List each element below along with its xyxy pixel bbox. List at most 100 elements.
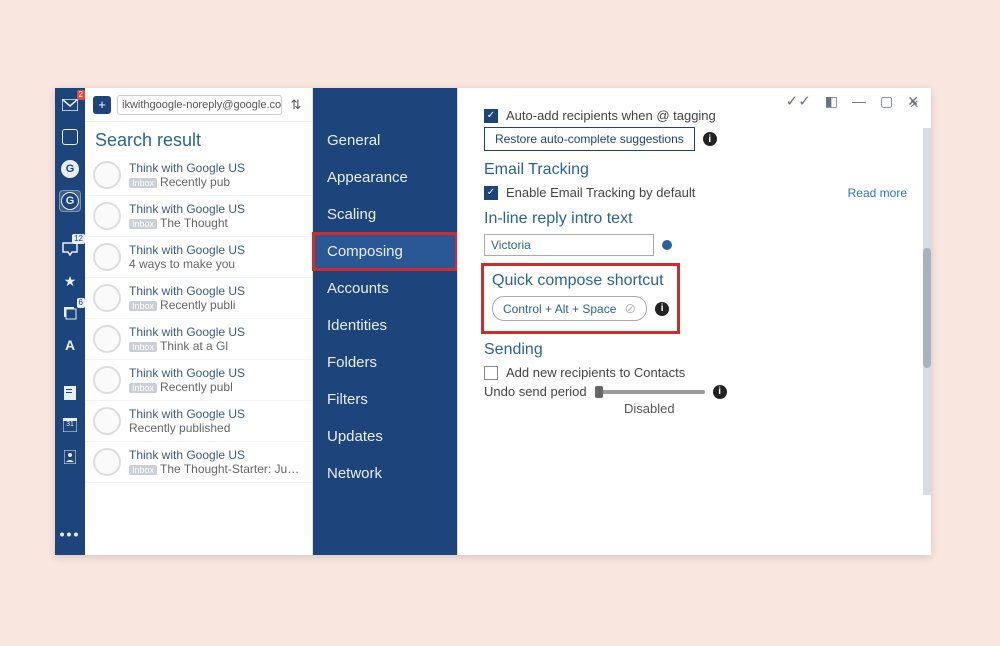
read-all-icon[interactable]: ✓✓ bbox=[786, 92, 811, 110]
calendar-badge: 31 bbox=[66, 421, 74, 428]
quick-compose-highlight: Quick compose shortcut Control + Alt + S… bbox=[484, 266, 677, 331]
tray-icon[interactable]: 12 bbox=[59, 238, 81, 260]
tracking-label: Enable Email Tracking by default bbox=[506, 185, 695, 200]
settings-nav-appearance[interactable]: Appearance bbox=[313, 159, 457, 196]
settings-nav-folders[interactable]: Folders bbox=[313, 344, 457, 381]
avatar bbox=[93, 202, 121, 230]
settings-nav-identities[interactable]: Identities bbox=[313, 307, 457, 344]
thread-from: Think with Google US bbox=[129, 407, 245, 421]
logo-a-icon[interactable]: A bbox=[59, 334, 81, 356]
panel-toggle-icon[interactable]: ◧ bbox=[825, 93, 838, 110]
settings-nav-composing[interactable]: Composing bbox=[313, 233, 457, 270]
tracking-checkbox[interactable]: ✓ bbox=[484, 186, 498, 200]
settings-nav-accounts[interactable]: Accounts bbox=[313, 270, 457, 307]
list-item[interactable]: Think with Google US InboxRecently publi bbox=[85, 278, 312, 319]
thread-preview: 4 ways to make you bbox=[129, 257, 245, 271]
google-account-2-icon[interactable]: G bbox=[59, 190, 81, 212]
info-icon[interactable]: i bbox=[655, 302, 669, 316]
settings-nav: GeneralAppearanceScalingComposingAccount… bbox=[313, 88, 457, 555]
avatar bbox=[93, 448, 121, 476]
thread-from: Think with Google US bbox=[129, 202, 245, 216]
inline-dot-icon bbox=[662, 240, 672, 250]
maximize-icon[interactable]: ▢ bbox=[880, 93, 893, 110]
app-window: 2 G G 12 ★ 6 A 31 ••• + ikwithgoogle-nor… bbox=[55, 88, 931, 555]
list-item[interactable]: Think with Google US InboxRecently publ bbox=[85, 360, 312, 401]
list-item[interactable]: Think with Google US InboxThe Thought bbox=[85, 196, 312, 237]
list-item[interactable]: Think with Google US InboxRecently pub bbox=[85, 155, 312, 196]
undo-label: Undo send period bbox=[484, 384, 587, 399]
thread-from: Think with Google US bbox=[129, 243, 245, 257]
google-account-1-icon[interactable]: G bbox=[59, 158, 81, 180]
undo-value: Disabled bbox=[624, 401, 675, 416]
addressbook-icon[interactable] bbox=[59, 446, 81, 468]
thread-preview: Recently published bbox=[129, 421, 245, 435]
list-item[interactable]: Think with Google US Recently published bbox=[85, 401, 312, 442]
undo-slider[interactable] bbox=[595, 390, 705, 394]
avatar bbox=[93, 325, 121, 353]
thread-preview: InboxThink at a Gl bbox=[129, 339, 245, 353]
quick-compose-title: Quick compose shortcut bbox=[492, 272, 669, 290]
calendar-icon[interactable]: 31 bbox=[59, 414, 81, 436]
tray-badge: 12 bbox=[72, 234, 85, 244]
list-item[interactable]: Think with Google US 4 ways to make you bbox=[85, 237, 312, 278]
thread-preview: InboxThe Thought-Starter: June... bbox=[129, 462, 304, 476]
mail-icon[interactable]: 2 bbox=[59, 94, 81, 116]
minimize-icon[interactable]: — bbox=[852, 93, 866, 109]
thread-preview: InboxRecently pub bbox=[129, 175, 245, 189]
info-icon[interactable]: i bbox=[703, 132, 717, 146]
settings-panel: × ✓ Auto-add recipients when @ tagging R… bbox=[457, 88, 931, 555]
quick-compose-input[interactable]: Control + Alt + Space ⊘ bbox=[492, 296, 647, 321]
settings-nav-scaling[interactable]: Scaling bbox=[313, 196, 457, 233]
settings-nav-filters[interactable]: Filters bbox=[313, 381, 457, 418]
docs-stack-icon[interactable]: 6 bbox=[59, 302, 81, 324]
list-item[interactable]: Think with Google US InboxThink at a Gl bbox=[85, 319, 312, 360]
add-contacts-checkbox[interactable] bbox=[484, 366, 498, 380]
settings-nav-updates[interactable]: Updates bbox=[313, 418, 457, 455]
add-contacts-label: Add new recipients to Contacts bbox=[506, 365, 685, 380]
icon-sidebar: 2 G G 12 ★ 6 A 31 ••• bbox=[55, 88, 85, 555]
restore-suggestions-button[interactable]: Restore auto-complete suggestions bbox=[484, 127, 695, 151]
inline-intro-input[interactable] bbox=[484, 234, 654, 256]
close-window-icon[interactable]: ✕ bbox=[907, 93, 919, 110]
thread-from: Think with Google US bbox=[129, 448, 304, 462]
scrollbar[interactable] bbox=[923, 128, 931, 495]
filter-chip-text: ikwithgoogle-noreply@google.com bbox=[122, 99, 282, 111]
readmore-link[interactable]: Read more bbox=[848, 186, 907, 200]
avatar bbox=[93, 407, 121, 435]
thread-preview: InboxThe Thought bbox=[129, 216, 245, 230]
star-icon[interactable]: ★ bbox=[59, 270, 81, 292]
clear-shortcut-icon[interactable]: ⊘ bbox=[624, 300, 636, 317]
tracking-title: Email Tracking bbox=[484, 161, 907, 179]
thread-from: Think with Google US bbox=[129, 161, 245, 175]
window-controls: ✓✓ ◧ — ▢ ✕ bbox=[786, 92, 919, 110]
inline-title: In-line reply intro text bbox=[484, 210, 907, 228]
avatar bbox=[93, 161, 121, 189]
search-title: Search result bbox=[85, 122, 312, 155]
autoadd-label: Auto-add recipients when @ tagging bbox=[506, 108, 716, 123]
thread-preview: InboxRecently publ bbox=[129, 380, 245, 394]
avatar bbox=[93, 284, 121, 312]
avatar bbox=[93, 366, 121, 394]
sending-title: Sending bbox=[484, 341, 907, 359]
autoadd-checkbox[interactable]: ✓ bbox=[484, 109, 498, 123]
thread-from: Think with Google US bbox=[129, 284, 245, 298]
sort-icon[interactable]: ⇅ bbox=[288, 97, 304, 113]
settings-nav-network[interactable]: Network bbox=[313, 455, 457, 492]
contacts-icon[interactable] bbox=[59, 126, 81, 148]
search-topbar: + ikwithgoogle-noreply@google.com × ⇅ bbox=[85, 88, 312, 122]
mail-badge: 2 bbox=[77, 90, 85, 100]
thread-from: Think with Google US bbox=[129, 366, 245, 380]
list-item[interactable]: Think with Google US InboxThe Thought-St… bbox=[85, 442, 312, 483]
settings-nav-general[interactable]: General bbox=[313, 122, 457, 159]
doc-icon[interactable] bbox=[59, 382, 81, 404]
compose-button[interactable]: + bbox=[93, 96, 111, 114]
more-icon[interactable]: ••• bbox=[59, 523, 81, 545]
info-icon[interactable]: i bbox=[713, 385, 727, 399]
filter-chip[interactable]: ikwithgoogle-noreply@google.com × bbox=[117, 95, 282, 115]
message-list-column: + ikwithgoogle-noreply@google.com × ⇅ Se… bbox=[85, 88, 313, 555]
thread-from: Think with Google US bbox=[129, 325, 245, 339]
thread-preview: InboxRecently publi bbox=[129, 298, 245, 312]
quick-compose-value: Control + Alt + Space bbox=[503, 302, 616, 316]
avatar bbox=[93, 243, 121, 271]
docs-badge: 6 bbox=[77, 298, 85, 308]
